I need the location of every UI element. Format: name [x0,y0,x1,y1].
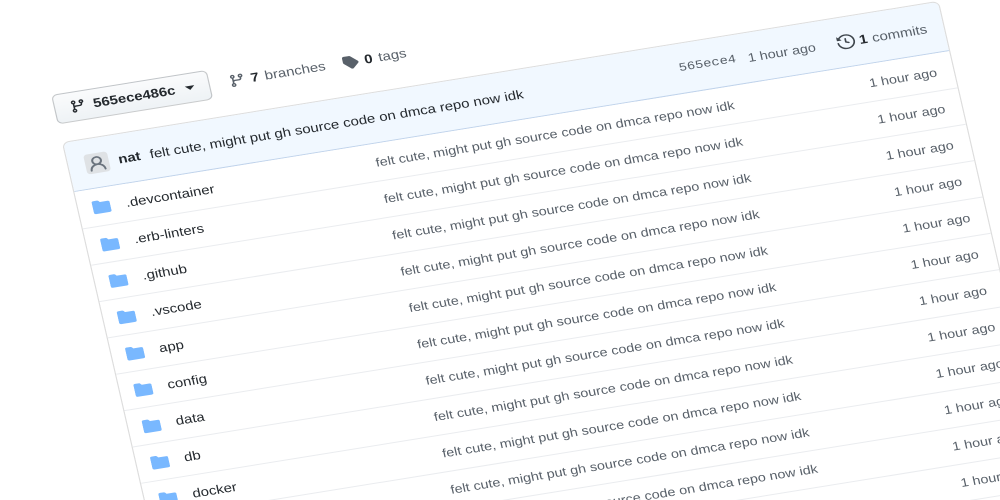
repo-page: 565ece486c 7 branches 0 tags nat felt cu… [51,0,1000,500]
folder-icon [158,487,194,500]
branches-count: 7 [249,69,261,85]
clock-history-icon [835,34,855,50]
commits-count: 1 [857,31,869,47]
folder-icon [124,341,160,361]
folder-icon [91,195,127,215]
folder-icon [116,305,152,325]
row-updated-time: 1 hour ago [959,465,1000,490]
folder-icon [133,377,169,397]
commit-history-link[interactable]: 1 commits [835,21,929,50]
tags-count: 0 [362,51,375,67]
folder-icon [99,232,135,252]
folder-icon [141,414,177,434]
git-branch-icon [229,73,242,88]
git-branch-icon [70,99,84,113]
commit-sha-link[interactable]: 565ece4 [678,53,738,75]
commits-label: commits [870,21,929,45]
tag-icon [341,56,359,69]
tags-label: tags [376,46,408,65]
branch-selector-button[interactable]: 565ece486c [51,70,213,125]
branches-label: branches [263,59,327,83]
commit-time: 1 hour ago [746,39,818,65]
chevron-down-icon [184,85,195,91]
person-icon [90,155,107,172]
folder-icon [149,450,185,470]
author-avatar[interactable] [82,150,112,175]
row-updated-time: 1 hour ago [942,392,1000,418]
folder-icon [108,268,144,288]
branch-selector-label: 565ece486c [91,83,177,111]
branches-link[interactable]: 7 branches [227,59,327,88]
row-updated-time: 1 hour ago [950,428,1000,454]
commit-author[interactable]: nat [117,149,142,166]
screenshot-viewport: 565ece486c 7 branches 0 tags nat felt cu… [0,0,1000,500]
tags-link[interactable]: 0 tags [340,46,408,70]
